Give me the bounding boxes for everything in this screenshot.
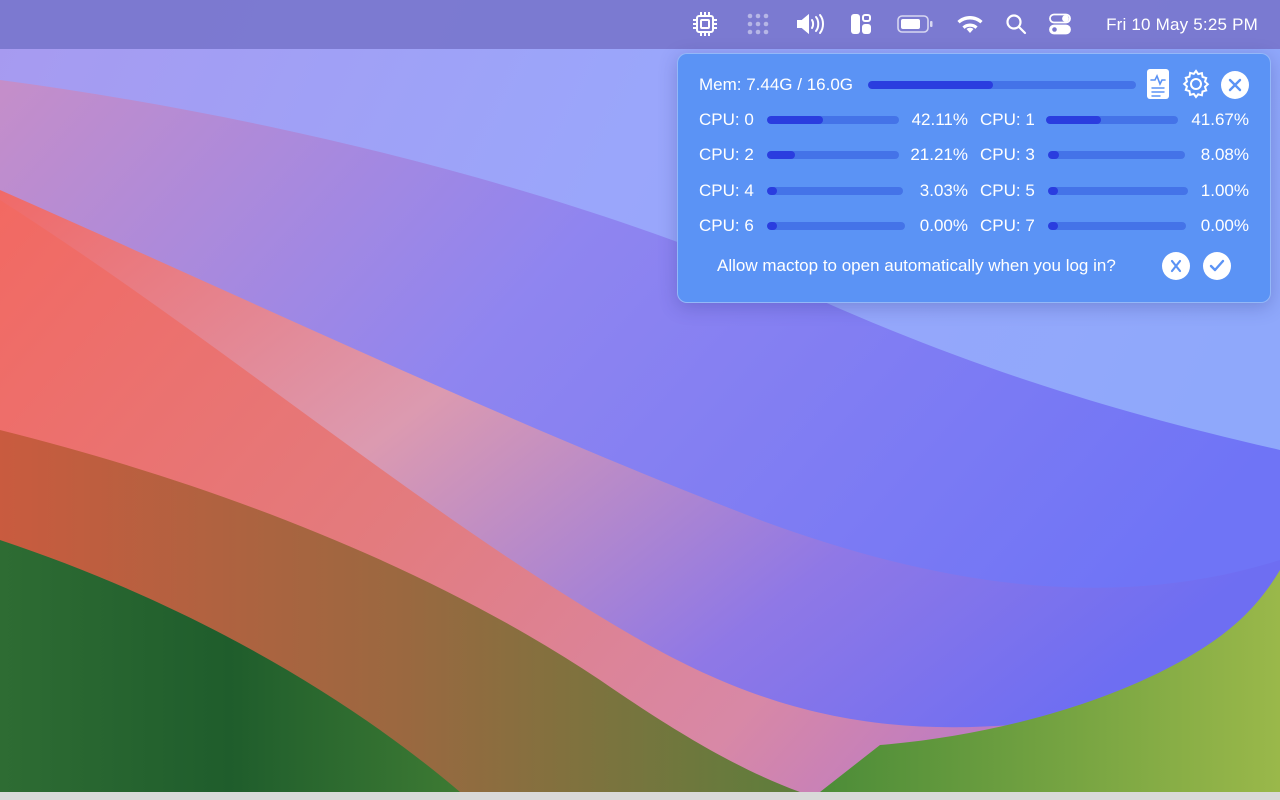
cpu-label: CPU: 3 — [980, 145, 1035, 164]
cpu-label: CPU: 5 — [980, 181, 1035, 200]
cpu-bar — [767, 116, 899, 124]
search-icon[interactable] — [1003, 8, 1029, 40]
login-prompt: Allow mactop to open automatically when … — [678, 252, 1270, 280]
cpu-percent: 41.67% — [1191, 110, 1249, 129]
control-center-icon[interactable] — [1047, 8, 1073, 40]
cpu-bar — [767, 187, 903, 195]
cpu-percent: 0.00% — [919, 216, 968, 235]
close-icon[interactable] — [1221, 71, 1249, 99]
cpu-label: CPU: 4 — [699, 181, 754, 200]
memory-bar-fill — [868, 81, 993, 89]
cpu-bar-fill — [1048, 151, 1060, 159]
login-prompt-text: Allow mactop to open automatically when … — [717, 256, 1116, 275]
menu-bar-clock[interactable]: Fri 10 May 5:25 PM — [1106, 0, 1258, 49]
bottom-strip — [0, 792, 1280, 800]
cpu-label: CPU: 6 — [699, 216, 754, 235]
cpu-bar — [767, 151, 899, 159]
cpu-label: CPU: 0 — [699, 110, 754, 129]
cpu-percent: 8.08% — [1200, 145, 1249, 164]
wifi-icon[interactable] — [955, 8, 985, 40]
cpu-bar-fill — [767, 116, 823, 124]
cpu-bar — [1048, 151, 1185, 159]
cpu-percent: 3.03% — [919, 181, 968, 200]
cpu-bar-fill — [767, 151, 795, 159]
cpu-bar-fill — [767, 187, 777, 195]
cpu-bar-fill — [1048, 187, 1058, 195]
cpu-percent: 21.21% — [910, 145, 968, 164]
cpu-percent: 0.00% — [1200, 216, 1249, 235]
mactop-popover: Mem: 7.44G / 16.0G CPU: 0 42.11% CPU: 1 — [677, 53, 1271, 303]
settings-icon[interactable] — [1181, 69, 1211, 99]
cpu-percent: 42.11% — [911, 110, 968, 129]
cpu-bar — [767, 222, 905, 230]
memory-bar — [868, 81, 1136, 89]
cpu-bar — [1048, 222, 1186, 230]
cpu-label: CPU: 2 — [699, 145, 754, 164]
cpu-label: CPU: 7 — [980, 216, 1035, 235]
cpu-label: CPU: 1 — [980, 110, 1035, 129]
memory-row: Mem: 7.44G / 16.0G — [678, 69, 1270, 99]
layout-grid-icon[interactable] — [847, 8, 875, 40]
cpu-bar — [1046, 116, 1178, 124]
cpu-chip-icon[interactable] — [689, 8, 721, 40]
cpu-bar — [1048, 187, 1188, 195]
cpu-row: CPU: 4 3.03% CPU: 5 1.00% — [678, 178, 1270, 204]
check-icon[interactable] — [1203, 252, 1231, 280]
cpu-bar-fill — [767, 222, 777, 230]
cpu-row: CPU: 2 21.21% CPU: 3 8.08% — [678, 142, 1270, 168]
cpu-bar-fill — [1046, 116, 1101, 124]
memory-label: Mem: 7.44G / 16.0G — [699, 75, 854, 94]
cpu-percent: 1.00% — [1200, 181, 1249, 200]
cpu-row: CPU: 0 42.11% CPU: 1 41.67% — [678, 107, 1270, 133]
x-icon[interactable] — [1162, 252, 1190, 280]
cpu-bar-fill — [1048, 222, 1058, 230]
menu-bar: Fri 10 May 5:25 PM — [0, 0, 1280, 49]
cpu-row: CPU: 6 0.00% CPU: 7 0.00% — [678, 213, 1270, 239]
activity-monitor-icon[interactable] — [1147, 69, 1169, 99]
volume-icon[interactable] — [793, 8, 827, 40]
dots-grid-icon[interactable] — [743, 8, 773, 40]
battery-icon[interactable] — [896, 8, 934, 40]
